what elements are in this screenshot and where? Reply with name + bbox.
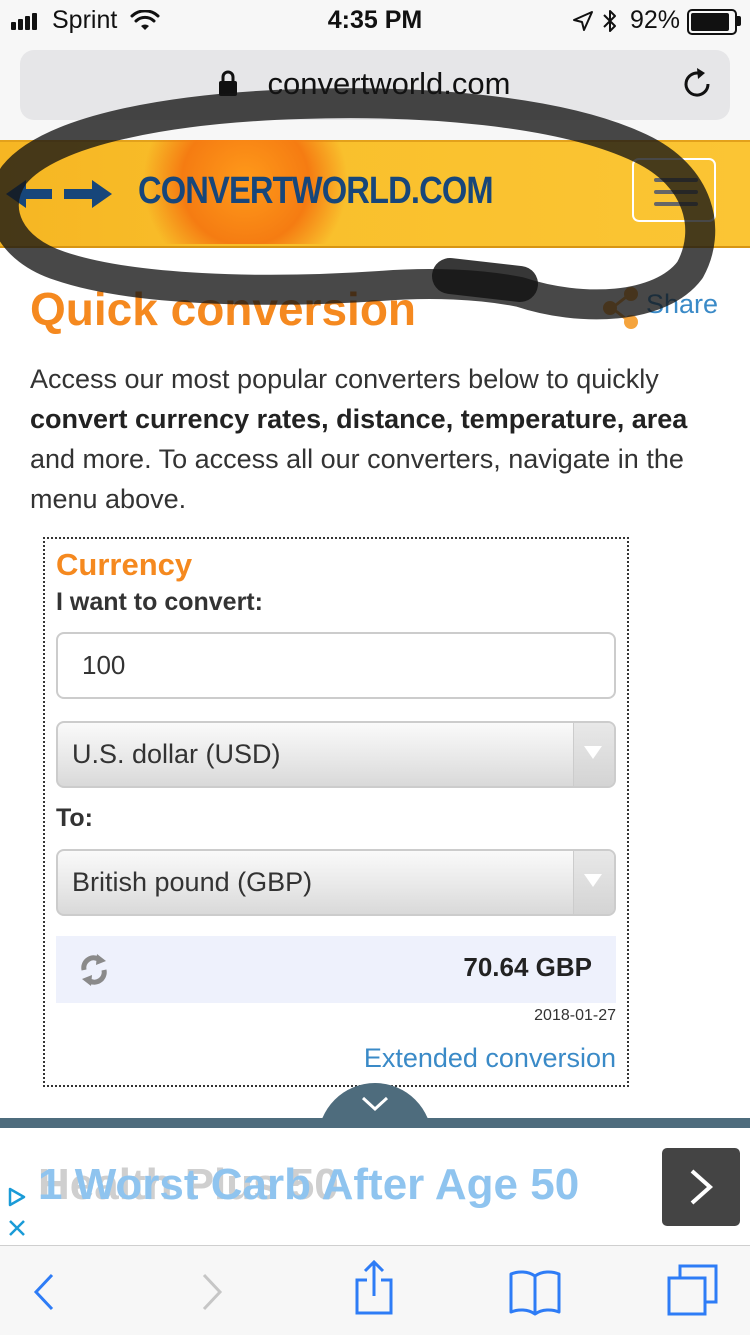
amount-input[interactable]: 100 [56, 632, 616, 699]
adchoices-icon[interactable] [6, 1186, 28, 1208]
conversion-result: 70.64 GBP [463, 952, 592, 982]
url-text: convertworld.com [267, 66, 511, 101]
to-currency-value: British pound (GBP) [72, 867, 313, 897]
tabs-icon[interactable] [666, 1264, 720, 1316]
converter-title: Currency [56, 547, 193, 582]
hamburger-icon [654, 178, 698, 182]
to-label: To: [56, 804, 94, 832]
to-currency-select[interactable]: British pound (GBP) [56, 849, 616, 916]
rate-date: 2018-01-27 [534, 1007, 616, 1024]
forward-icon [202, 1273, 223, 1311]
intro-paragraph: Access our most popular converters below… [30, 364, 688, 514]
battery-icon [687, 9, 737, 35]
ad-open-button[interactable] [662, 1148, 740, 1226]
share-icon[interactable] [602, 286, 640, 330]
chevron-down-icon [584, 874, 602, 887]
battery-percent: 92% [630, 6, 681, 34]
site-logo[interactable]: CONVERTWORLD.COM [138, 170, 494, 213]
share-link[interactable]: Share [646, 289, 718, 320]
chevron-right-icon [690, 1169, 714, 1205]
share-sheet-icon[interactable] [354, 1260, 394, 1316]
ad-headline[interactable]: 1 Worst Carb After Age 50 [38, 1160, 579, 1210]
bluetooth-icon [603, 10, 616, 32]
arrows-logo-icon [6, 180, 112, 208]
currency-converter-box [43, 537, 629, 1087]
from-currency-value: U.S. dollar (USD) [72, 739, 281, 769]
location-arrow-icon [573, 11, 593, 31]
hamburger-menu-button[interactable] [632, 158, 716, 222]
from-currency-select[interactable]: U.S. dollar (USD) [56, 721, 616, 788]
bookmarks-icon[interactable] [508, 1268, 562, 1316]
chevron-down-icon [361, 1096, 389, 1112]
convert-label: I want to convert: [56, 588, 263, 616]
reload-icon[interactable] [680, 66, 714, 102]
page-title: Quick conversion [30, 283, 417, 335]
ad-close-icon[interactable] [7, 1218, 27, 1238]
chevron-down-icon [584, 746, 602, 759]
back-icon[interactable] [32, 1272, 56, 1312]
extended-conversion-link[interactable]: Extended conversion [56, 1043, 616, 1074]
